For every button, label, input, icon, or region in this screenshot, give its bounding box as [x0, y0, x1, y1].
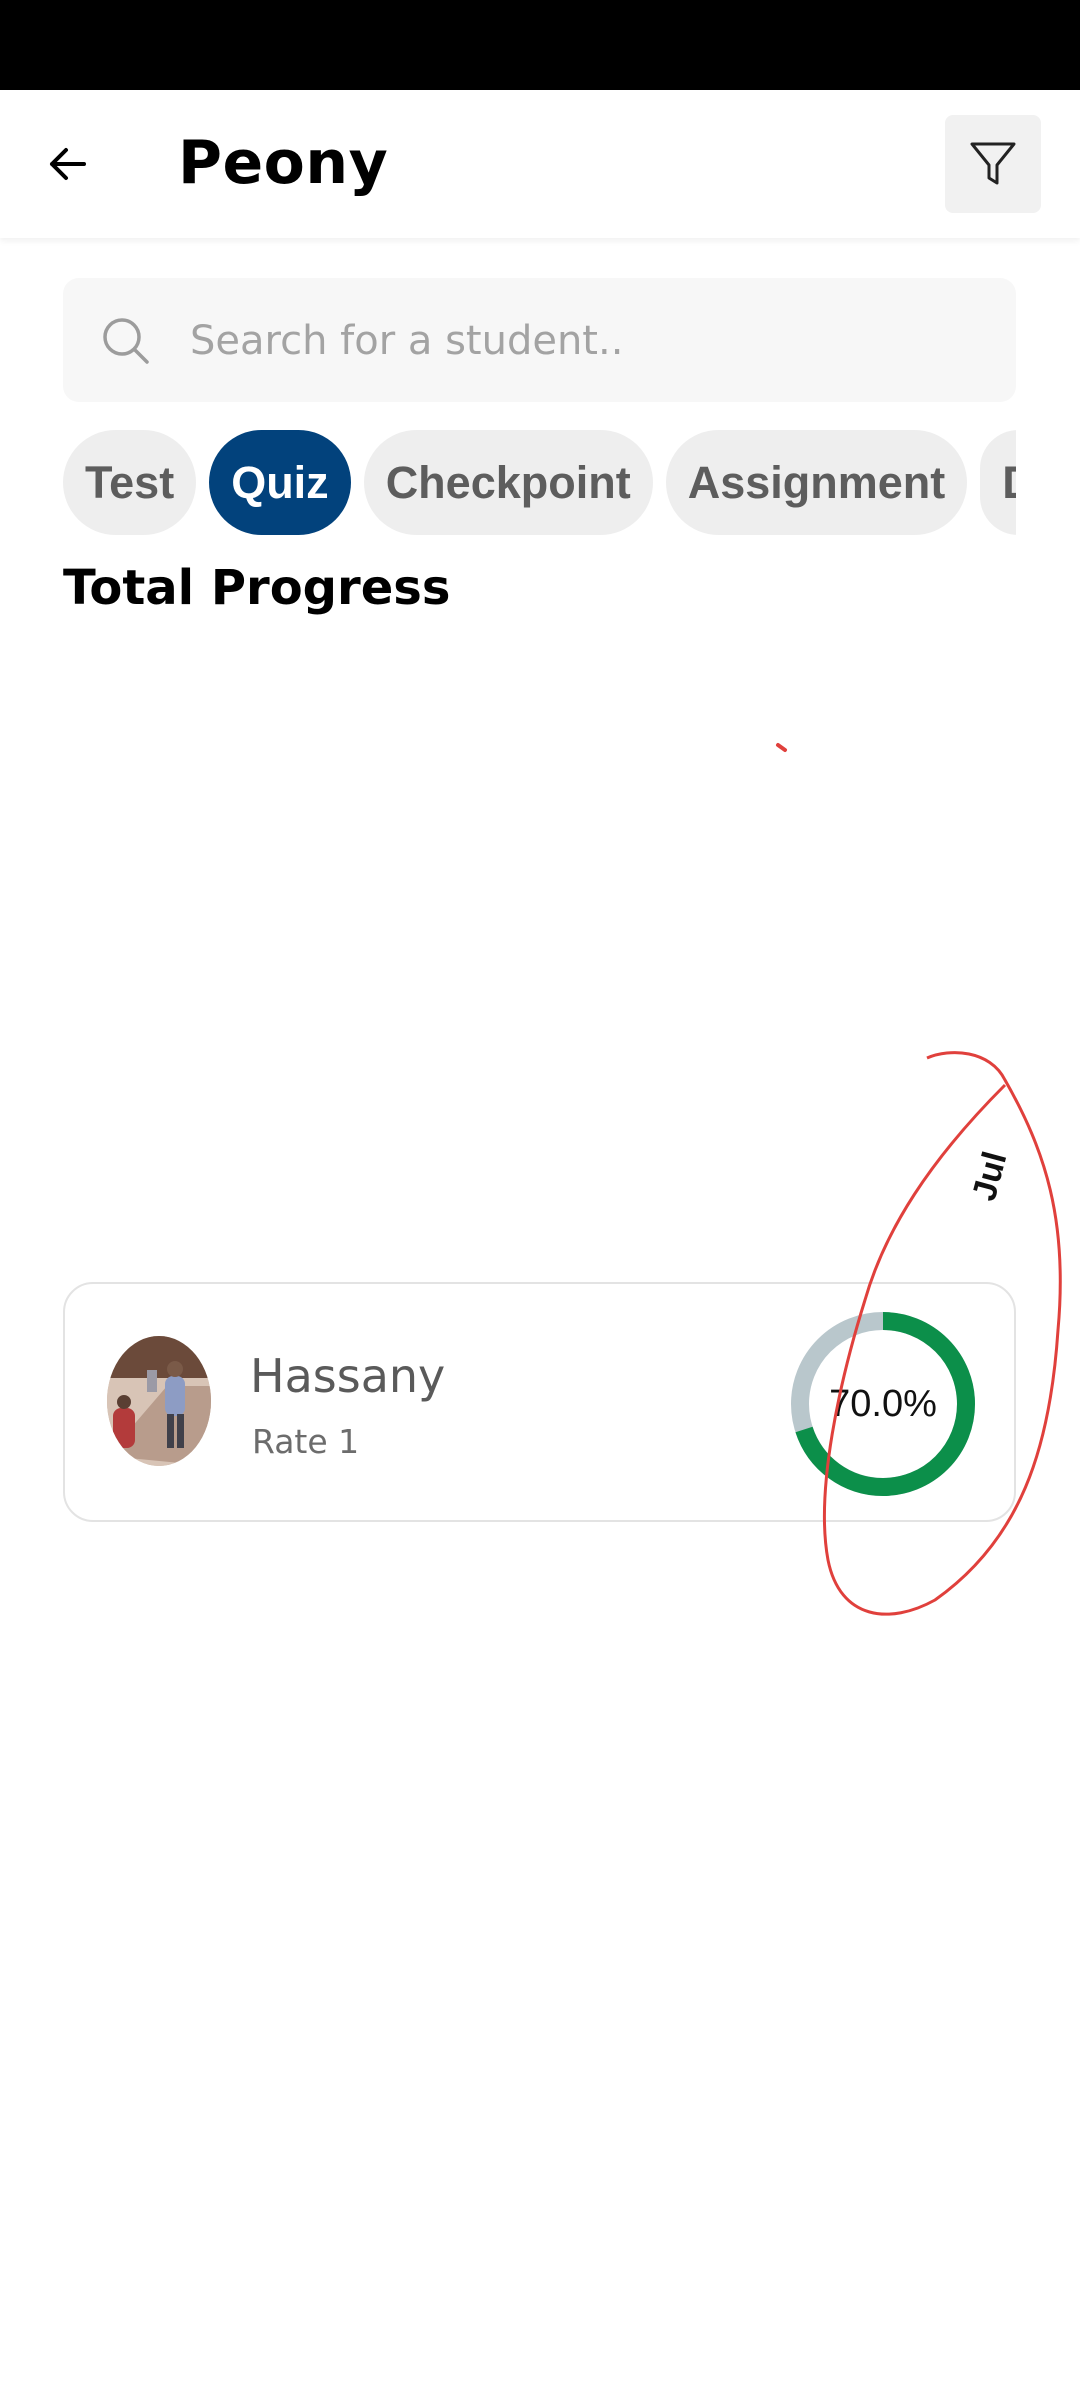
avatar-photo	[107, 1336, 211, 1466]
search-input[interactable]	[188, 308, 972, 374]
page-title: Peony	[178, 128, 389, 198]
tab-d[interactable]: D	[980, 430, 1016, 535]
student-card[interactable]: Hassany Rate 1 70.0%	[63, 1282, 1016, 1522]
tab-checkpoint[interactable]: Checkpoint	[363, 430, 653, 535]
filter-button[interactable]	[945, 115, 1041, 213]
back-button[interactable]	[38, 134, 98, 194]
filter-funnel-icon	[970, 142, 1016, 185]
chart-axis-label: Jul	[965, 1147, 1015, 1205]
avatar	[107, 1336, 211, 1466]
student-rate: Rate 1	[252, 1422, 360, 1461]
arrow-left-icon	[50, 148, 86, 180]
app-header: Peony	[0, 90, 1080, 238]
section-title: Total Progress	[63, 560, 451, 616]
search-bar[interactable]	[63, 278, 1016, 402]
status-bar	[0, 0, 1080, 90]
student-name: Hassany	[250, 1349, 446, 1403]
search-icon	[103, 318, 149, 364]
tab-assignment[interactable]: Assignment	[665, 430, 968, 535]
tab-test[interactable]: Test	[63, 430, 197, 535]
assessment-tabs: Test Quiz Checkpoint Assignment D	[63, 430, 1016, 535]
tab-quiz[interactable]: Quiz	[209, 430, 351, 535]
progress-percent: 70.0%	[829, 1382, 937, 1425]
